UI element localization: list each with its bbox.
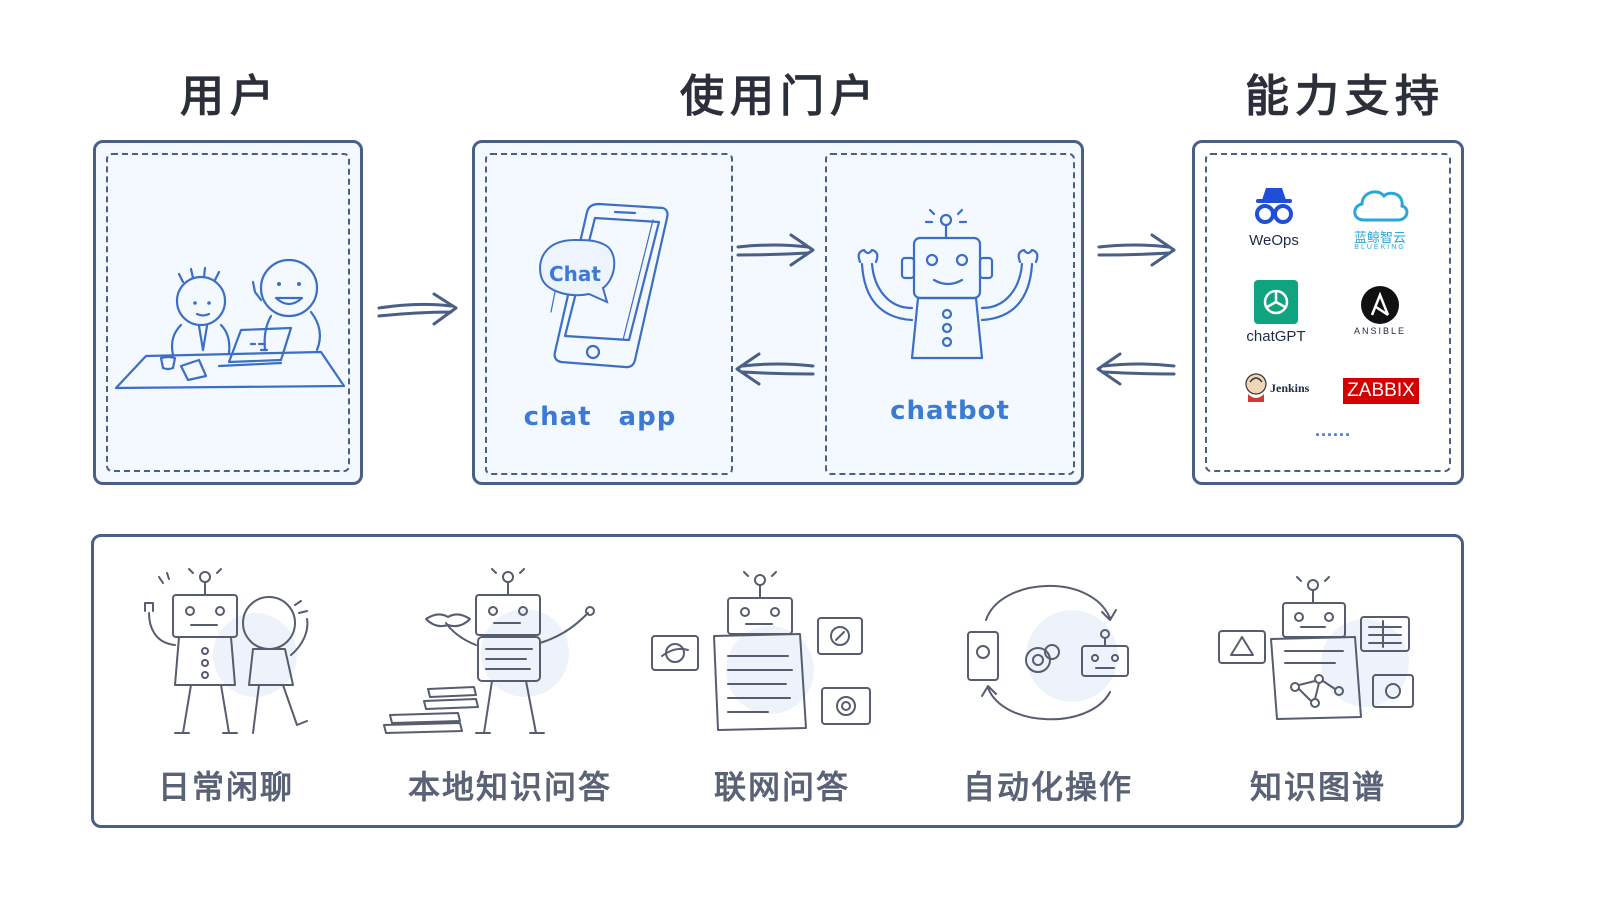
ansible-label: ANSIBLE xyxy=(1353,326,1407,336)
heading-user: 用户 xyxy=(180,71,280,122)
chat-bubble-text: Chat xyxy=(549,262,601,286)
feature-knowledge-graph-illustration xyxy=(1218,576,1414,720)
weops-logo-icon xyxy=(1255,188,1293,224)
weops-label: WeOps xyxy=(1249,232,1299,249)
jenkins-label: Jenkins xyxy=(1270,381,1310,395)
arrow-user-to-portal xyxy=(377,292,458,326)
feature-label-automation: 自动化操作 xyxy=(962,768,1133,806)
ansible-logo-icon xyxy=(1361,286,1399,324)
blueking-logo-icon xyxy=(1353,190,1409,222)
arrow-app-to-bot xyxy=(736,233,815,267)
jenkins-logo-icon xyxy=(1245,373,1267,402)
chatgpt-label: chatGPT xyxy=(1246,328,1306,345)
heading-capability: 能力支持 xyxy=(1245,71,1445,122)
feature-automation-illustration xyxy=(967,585,1129,721)
zabbix-logo: ZABBIX xyxy=(1343,378,1419,404)
chatbot-label: chatbot xyxy=(890,396,1010,426)
heading-portal: 使用门户 xyxy=(680,71,880,122)
arrow-bot-to-app xyxy=(735,352,815,386)
more-indicator: ...... xyxy=(1314,420,1351,440)
feature-label-web-qa: 联网问答 xyxy=(713,768,850,806)
chatgpt-logo-icon xyxy=(1254,280,1298,324)
feature-chit-chat-illustration xyxy=(144,568,309,734)
feature-web-qa-illustration xyxy=(651,571,871,731)
chatbot-robot-illustration xyxy=(857,208,1039,360)
arrow-portal-to-capability xyxy=(1097,233,1176,267)
chat-app-label: chat app xyxy=(523,402,677,432)
feature-local-knowledge-illustration xyxy=(383,568,595,734)
arrow-capability-to-portal xyxy=(1096,352,1176,386)
phone-illustration xyxy=(539,202,669,369)
user-panel xyxy=(93,140,363,485)
user-illustration xyxy=(114,258,346,390)
blueking-en-label: BLUEKING xyxy=(1354,244,1406,251)
feature-label-knowledge-graph: 知识图谱 xyxy=(1249,768,1386,806)
feature-label-local-knowledge: 本地知识问答 xyxy=(407,768,612,806)
feature-label-chit-chat: 日常闲聊 xyxy=(157,768,294,806)
